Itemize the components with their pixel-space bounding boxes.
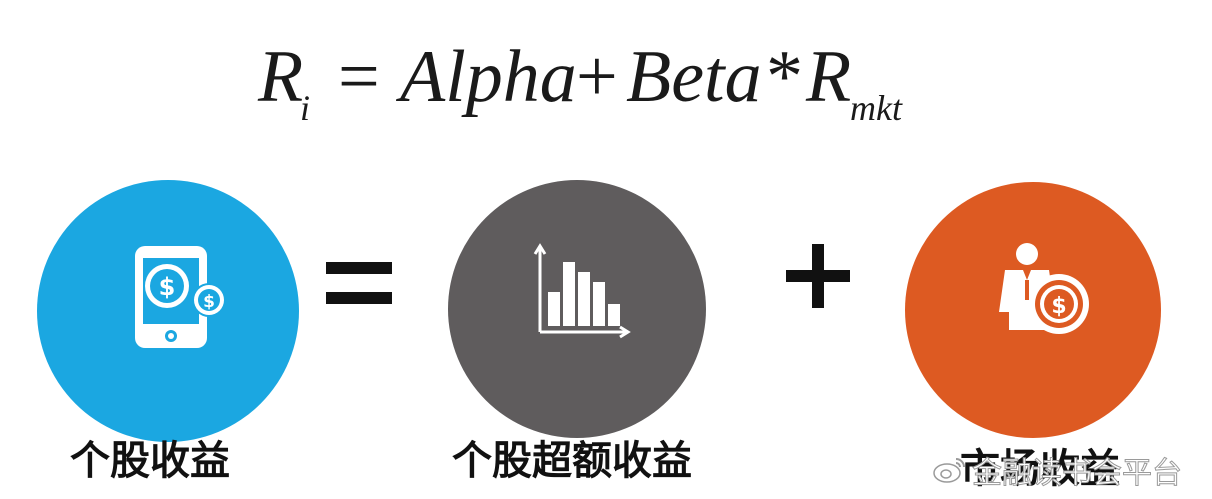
stock-return-circle: $ $	[37, 180, 299, 442]
equals-operator	[326, 262, 392, 304]
formula-alpha: Alpha	[400, 36, 577, 118]
formula-ri-subscript: i	[300, 88, 311, 128]
watermark: 金融读书会平台	[932, 450, 1183, 492]
stock-return-label: 个股收益	[70, 438, 230, 484]
formula: R i = Alpha + Beta * R mkt	[258, 28, 958, 138]
businessman-coin-icon: $	[999, 243, 1089, 334]
formula-rmkt: R	[806, 36, 852, 118]
svg-text:$: $	[159, 273, 176, 301]
excess-return-label: 个股超额收益	[452, 438, 692, 484]
diagram-canvas: R i = Alpha + Beta * R mkt $ $ $ 个股收益 个股…	[0, 0, 1212, 499]
watermark-text: 金融读书会平台	[972, 456, 1183, 492]
formula-plus: +	[576, 36, 618, 118]
excess-return-circle	[448, 180, 706, 438]
formula-ri: R	[258, 36, 304, 118]
weibo-icon	[933, 458, 965, 483]
bar-chart-icon	[533, 243, 631, 339]
formula-rmkt-subscript: mkt	[850, 88, 902, 128]
formula-asterisk: *	[766, 36, 803, 118]
plus-operator	[786, 244, 850, 308]
formula-beta: Beta	[626, 36, 762, 118]
market-return-circle: $	[905, 182, 1161, 438]
svg-text:$: $	[1051, 294, 1066, 319]
svg-text:$: $	[203, 292, 215, 312]
phone-dollar-icon: $ $	[135, 246, 226, 348]
formula-equals: =	[338, 36, 380, 118]
